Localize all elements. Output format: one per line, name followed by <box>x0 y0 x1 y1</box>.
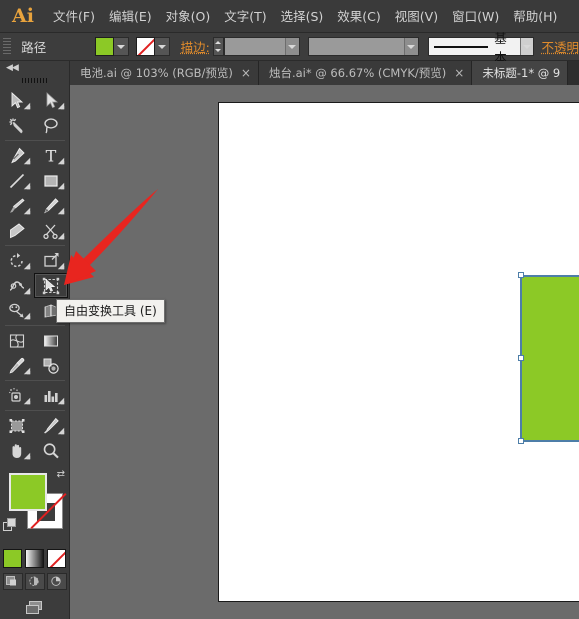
type-tool[interactable]: T <box>34 143 68 168</box>
control-bar-grip[interactable] <box>3 37 12 56</box>
app-logo: Ai <box>12 4 34 27</box>
brush-stroke-preview-icon <box>433 45 489 48</box>
document-tab-label: 电池.ai @ 103% (RGB/预览) <box>80 66 233 80</box>
slice-tool[interactable] <box>34 413 68 438</box>
default-fill-stroke-icon[interactable] <box>3 517 17 536</box>
gradient-tool[interactable] <box>34 328 68 353</box>
stroke-color-swatch[interactable] <box>135 37 155 56</box>
draw-inside-icon[interactable] <box>46 573 67 590</box>
fill-stroke-indicator: ⇄ <box>0 467 69 547</box>
selection-tool[interactable] <box>0 88 34 113</box>
green-rectangle[interactable] <box>521 276 579 441</box>
menu-item-type[interactable]: 文字(T) <box>217 0 273 33</box>
collapse-panel-icon[interactable]: ◀◀ <box>6 63 19 73</box>
tool-tooltip: 自由变换工具 (E) <box>56 299 165 323</box>
illustrator-window: Ai 文件(F) 编辑(E) 对象(O) 文字(T) 选择(S) 效果(C) 视… <box>0 0 579 619</box>
draw-normal-icon[interactable] <box>2 573 23 590</box>
document-tab-label: 未标题-1* @ 9 <box>482 66 561 80</box>
fill-color-dropdown[interactable] <box>113 37 129 56</box>
fill-color-control[interactable] <box>94 37 129 56</box>
menu-item-object[interactable]: 对象(O) <box>159 0 218 33</box>
pencil-tool[interactable] <box>34 193 68 218</box>
document-tab-candlestick[interactable]: 烛台.ai* @ 66.67% (CMYK/预览) × <box>258 61 473 85</box>
stroke-color-control[interactable] <box>135 37 170 56</box>
stroke-weight-stepper[interactable] <box>212 37 224 56</box>
artboard[interactable] <box>218 102 579 602</box>
stroke-weight-control[interactable] <box>212 37 300 56</box>
artboard-tool[interactable] <box>0 413 34 438</box>
brush-definition-value: 基本 <box>494 30 507 65</box>
width-warp-tool[interactable] <box>0 273 34 298</box>
document-tab-bar: 电池.ai @ 103% (RGB/预览) × 烛台.ai* @ 66.67% … <box>70 61 579 85</box>
svg-text:T: T <box>46 147 57 165</box>
stroke-profile-combo[interactable] <box>307 37 419 56</box>
free-transform-tool[interactable] <box>34 273 68 298</box>
menu-item-select[interactable]: 选择(S) <box>274 0 331 33</box>
document-tab-battery[interactable]: 电池.ai @ 103% (RGB/预览) × <box>70 61 259 85</box>
draw-behind-icon[interactable] <box>24 573 45 590</box>
tool-grid: T <box>0 88 69 463</box>
brush-definition-caret[interactable] <box>520 38 533 55</box>
line-segment-tool[interactable] <box>0 168 34 193</box>
zoom-tool[interactable] <box>34 438 68 463</box>
blob-brush-tool[interactable] <box>0 218 34 243</box>
document-tab-untitled-1[interactable]: 未标题-1* @ 9 <box>472 61 569 85</box>
draw-mode-buttons <box>0 573 69 590</box>
brush-definition-combo[interactable]: 基本 <box>427 31 534 65</box>
scale-tool[interactable] <box>34 248 68 273</box>
screen-mode-button[interactable] <box>0 599 69 617</box>
lasso-tool[interactable] <box>34 113 68 138</box>
swap-fill-stroke-icon[interactable]: ⇄ <box>57 469 65 480</box>
eraser-scissors-tool[interactable] <box>34 218 68 243</box>
canvas-area[interactable] <box>70 85 579 619</box>
column-graph-tool[interactable] <box>34 383 68 408</box>
shape-builder-tool[interactable] <box>0 298 34 323</box>
stroke-weight-label[interactable]: 描边: <box>181 37 210 56</box>
mesh-tool[interactable] <box>0 328 34 353</box>
fill-color-swatch[interactable] <box>94 37 114 56</box>
stroke-profile-caret[interactable] <box>403 38 418 55</box>
close-icon[interactable]: × <box>241 67 251 79</box>
menu-item-edit[interactable]: 编辑(E) <box>102 0 159 33</box>
menu-item-file[interactable]: 文件(F) <box>46 0 102 33</box>
menu-item-effect[interactable]: 效果(C) <box>330 0 387 33</box>
rotate-tool[interactable] <box>0 248 34 273</box>
stroke-weight-combo[interactable] <box>223 37 300 56</box>
control-bar: 路径 描边: 基本 不透明 <box>0 31 579 65</box>
menu-item-view[interactable]: 视图(V) <box>388 0 445 33</box>
paintbrush-tool[interactable] <box>0 193 34 218</box>
stroke-weight-caret[interactable] <box>284 38 299 55</box>
fill-color-indicator[interactable] <box>9 473 47 511</box>
magic-wand-tool[interactable] <box>0 113 34 138</box>
selected-object-type: 路径 <box>21 40 47 55</box>
close-icon[interactable]: × <box>454 67 464 79</box>
tools-panel: ◀◀ T ⇄ <box>0 61 70 619</box>
stroke-color-dropdown[interactable] <box>154 37 170 56</box>
hand-tool[interactable] <box>0 438 34 463</box>
color-mode-buttons <box>0 549 69 568</box>
none-swatch[interactable] <box>47 549 66 568</box>
blend-tool[interactable] <box>34 353 68 378</box>
color-swatch[interactable] <box>3 549 22 568</box>
opacity-label[interactable]: 不透明 <box>542 37 579 56</box>
tools-panel-grip[interactable] <box>21 76 48 85</box>
tools-panel-header: ◀◀ <box>0 61 69 75</box>
direct-selection-tool[interactable] <box>34 88 68 113</box>
symbol-sprayer-tool[interactable] <box>0 383 34 408</box>
eyedropper-tool[interactable] <box>0 353 34 378</box>
gradient-swatch[interactable] <box>25 549 44 568</box>
pen-tool[interactable] <box>0 143 34 168</box>
document-tab-label: 烛台.ai* @ 66.67% (CMYK/预览) <box>268 66 447 80</box>
rectangle-tool[interactable] <box>34 168 68 193</box>
